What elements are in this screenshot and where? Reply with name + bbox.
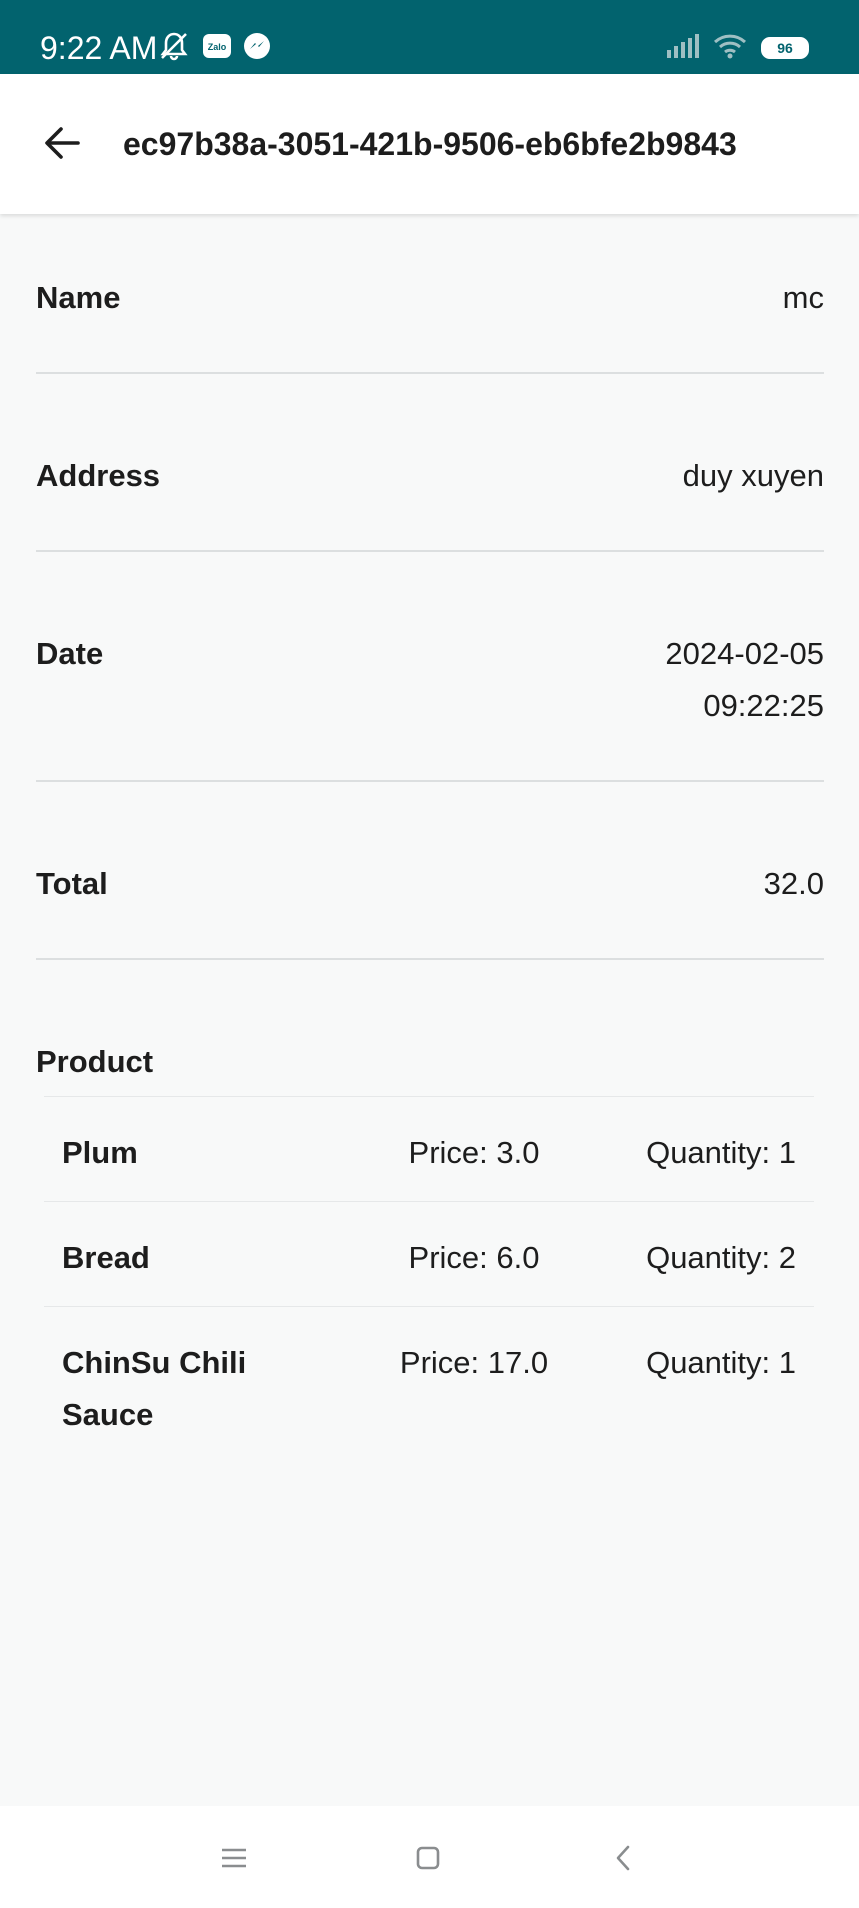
svg-text:Zalo: Zalo	[208, 42, 227, 52]
messenger-icon	[242, 31, 272, 66]
list-item: Plum Price: 3.0 Quantity: 1	[44, 1097, 814, 1202]
status-bar: 9:22 AM Zalo 96	[0, 0, 859, 74]
product-quantity: Quantity: 1	[646, 1135, 796, 1170]
battery-level: 96	[777, 40, 793, 56]
app-bar: ec97b38a-3051-421b-9506-eb6bfe2b9843	[0, 74, 859, 214]
signal-icon	[665, 33, 699, 63]
product-name: Bread	[62, 1240, 150, 1275]
page-title: ec97b38a-3051-421b-9506-eb6bfe2b9843	[123, 126, 737, 162]
list-item: ChinSu Chili Sauce Price: 17.0 Quantity:…	[44, 1307, 814, 1447]
home-button[interactable]	[404, 1834, 452, 1882]
system-back-button[interactable]	[600, 1834, 648, 1882]
total-row: Total 32.0	[36, 782, 824, 960]
product-list: Plum Price: 3.0 Quantity: 1 Bread Price:…	[44, 1096, 814, 1447]
mute-icon	[156, 30, 192, 67]
total-label: Total	[36, 866, 108, 901]
date-row: Date 2024-02-05 09:22:25	[36, 552, 824, 782]
notification-icons: Zalo	[156, 30, 272, 66]
address-value: duy xuyen	[682, 458, 824, 493]
product-price: Price: 3.0	[408, 1135, 540, 1170]
zalo-icon: Zalo	[202, 32, 232, 65]
home-icon	[416, 1846, 440, 1870]
product-name: ChinSu Chili Sauce	[62, 1345, 247, 1432]
date-label: Date	[36, 636, 104, 671]
address-row: Address duy xuyen	[36, 374, 824, 552]
product-name: Plum	[62, 1135, 138, 1170]
date-value-time: 09:22:25	[703, 688, 824, 723]
back-icon	[616, 1845, 630, 1871]
system-nav-bar	[0, 1806, 859, 1908]
address-label: Address	[36, 458, 161, 493]
system-icons: 96	[665, 32, 809, 64]
menu-icon	[222, 1848, 246, 1868]
total-value: 32.0	[763, 866, 824, 901]
wifi-icon	[713, 33, 747, 64]
product-section-label: Product	[36, 1044, 154, 1079]
name-label: Name	[36, 280, 121, 315]
recent-apps-button[interactable]	[210, 1834, 258, 1882]
name-value: mc	[782, 280, 824, 315]
status-time: 9:22 AM	[40, 30, 158, 66]
name-row: Name mc	[36, 252, 824, 374]
product-quantity: Quantity: 1	[646, 1345, 796, 1380]
battery-icon: 96	[761, 37, 809, 59]
date-value: 2024-02-05 09:22:25	[665, 628, 824, 732]
date-value-day: 2024-02-05	[665, 636, 824, 671]
product-quantity: Quantity: 2	[646, 1240, 796, 1275]
product-price: Price: 17.0	[399, 1345, 549, 1380]
list-item: Bread Price: 6.0 Quantity: 2	[44, 1202, 814, 1307]
back-button[interactable]	[30, 111, 94, 175]
product-price: Price: 6.0	[408, 1240, 540, 1275]
arrow-left-icon	[45, 127, 80, 159]
